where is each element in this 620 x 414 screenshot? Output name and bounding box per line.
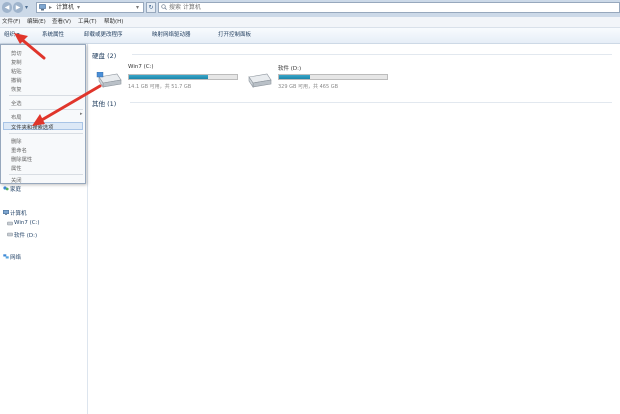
menu-separator — [9, 174, 83, 175]
homegroup-icon — [3, 186, 9, 191]
computer-icon — [3, 210, 9, 215]
menu-delete[interactable]: 删除 — [11, 137, 22, 145]
menu-file[interactable]: 文件(F) — [2, 17, 20, 27]
annotation-arrows — [14, 33, 102, 126]
organize-button[interactable]: 组织 ▾ — [4, 28, 20, 43]
drive-d-tile[interactable]: 软件 (D:) 329 GB 可用，共 465 GB — [246, 64, 396, 94]
map-network-drive-button[interactable]: 映射网络驱动器 — [152, 28, 191, 43]
breadcrumb-computer[interactable]: 计算机 — [56, 3, 74, 13]
menu-bar: 文件(F) 编辑(E) 查看(V) 工具(T) 帮助(H) — [0, 17, 620, 28]
menu-edit[interactable]: 编辑(E) — [27, 17, 46, 27]
search-box[interactable] — [158, 2, 620, 13]
submenu-arrow-icon: ▸ — [80, 111, 83, 117]
breadcrumb-separator: ▸ — [49, 4, 53, 11]
search-input[interactable] — [159, 3, 599, 12]
breadcrumb-chevron-icon[interactable]: ▾ — [77, 3, 80, 13]
menu-select-all[interactable]: 全选 — [11, 99, 22, 107]
menu-separator — [9, 95, 83, 96]
back-button[interactable]: ◀ — [2, 2, 12, 13]
menu-layout[interactable]: 布局 — [11, 113, 22, 121]
menu-close[interactable]: 关闭 — [11, 176, 22, 184]
drive-c-tile[interactable]: Win7 (C:) 14.1 GB 可用，共 51.7 GB — [96, 64, 246, 94]
network-icon — [3, 254, 9, 259]
drive-d-usage-fill — [279, 75, 311, 79]
menu-separator — [9, 109, 83, 110]
menu-redo[interactable]: 恢复 — [11, 85, 22, 93]
drive-c-icon — [7, 221, 13, 226]
search-icon — [161, 4, 167, 10]
drive-d-info: 329 GB 可用，共 465 GB — [278, 84, 339, 90]
nav-network[interactable]: 网络 — [10, 253, 21, 261]
address-box[interactable]: ▸ 计算机 ▾ ▾ — [36, 2, 144, 13]
menu-rename[interactable]: 重命名 — [11, 146, 27, 154]
menu-view[interactable]: 查看(V) — [52, 17, 71, 27]
system-properties-button[interactable]: 系统属性 — [42, 28, 64, 43]
menu-help[interactable]: 帮助(H) — [104, 17, 123, 27]
drive-c-usage-fill — [129, 75, 208, 79]
nav-drive-d[interactable]: 软件 (D:) — [14, 231, 37, 239]
nav-homegroup[interactable]: 家庭 — [10, 185, 21, 193]
organize-dropdown-menu: 剪切 复制 粘贴 撤销 恢复 全选 布局 ▸ 文件夹和搜索选项 删除 重命名 删… — [0, 44, 86, 184]
nav-computer[interactable]: 计算机 — [10, 209, 27, 217]
menu-undo[interactable]: 撤销 — [11, 76, 22, 84]
drive-c-usage-bar — [128, 74, 238, 80]
drive-c-large-icon — [96, 72, 122, 88]
computer-icon — [39, 4, 46, 11]
group-divider — [132, 54, 612, 55]
drive-d-large-icon — [248, 73, 272, 88]
drive-c-name: Win7 (C:) — [128, 64, 154, 70]
command-bar: 组织 ▾ 系统属性 卸载或更改程序 映射网络驱动器 打开控制面板 — [0, 28, 620, 44]
drive-d-usage-bar — [278, 74, 388, 80]
open-control-panel-button[interactable]: 打开控制面板 — [218, 28, 251, 43]
menu-properties[interactable]: 属性 — [11, 164, 22, 172]
other-group-title[interactable]: 其他 (1) — [92, 98, 116, 108]
nav-drive-c[interactable]: Win7 (C:) — [14, 220, 40, 226]
menu-paste[interactable]: 粘贴 — [11, 67, 22, 75]
recent-pages-chevron-icon[interactable]: ▾ — [25, 4, 28, 11]
menu-separator — [9, 133, 83, 134]
drive-d-name: 软件 (D:) — [278, 66, 302, 72]
drive-c-info: 14.1 GB 可用，共 51.7 GB — [128, 84, 192, 90]
group-divider — [130, 102, 612, 103]
hard-disks-group-title[interactable]: 硬盘 (2) — [92, 50, 116, 60]
address-dropdown-icon[interactable]: ▾ — [136, 3, 139, 13]
menu-folder-search-options[interactable]: 文件夹和搜索选项 — [11, 123, 53, 131]
drive-d-icon — [7, 232, 13, 237]
menu-cut[interactable]: 剪切 — [11, 49, 22, 57]
refresh-icon[interactable]: ↻ — [146, 2, 156, 13]
menu-remove-properties[interactable]: 删除属性 — [11, 155, 32, 163]
menu-tools[interactable]: 工具(T) — [78, 17, 97, 27]
forward-button[interactable]: ▶ — [13, 2, 23, 13]
uninstall-program-button[interactable]: 卸载或更改程序 — [84, 28, 123, 43]
menu-copy[interactable]: 复制 — [11, 58, 22, 66]
address-bar-row: ◀ ▶ ▾ ▸ 计算机 ▾ ▾ ↻ — [0, 0, 620, 18]
